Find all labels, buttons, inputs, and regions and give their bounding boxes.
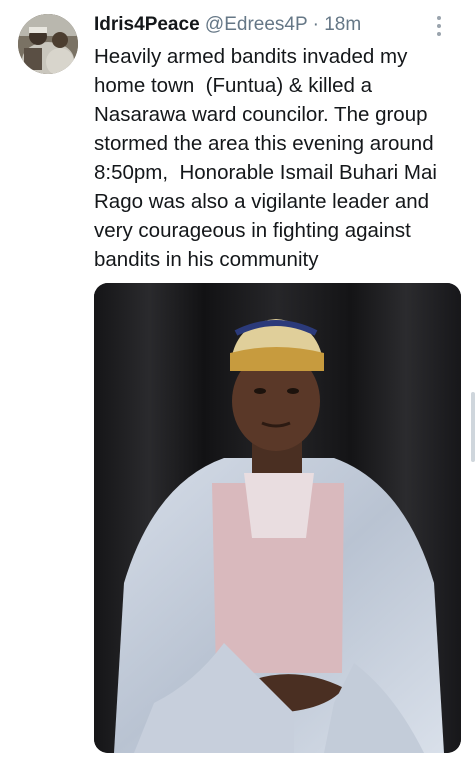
portrait-photo <box>94 283 461 753</box>
more-vertical-icon[interactable] <box>429 14 449 38</box>
tweet-text: Heavily armed bandits invaded my home to… <box>94 45 437 271</box>
tweet[interactable]: Idris4Peace @Edrees4P · 18m Heavily arme… <box>0 0 475 758</box>
scrollbar-thumb[interactable] <box>471 392 475 462</box>
tweet-photo[interactable] <box>94 283 461 753</box>
header-separator: · <box>312 14 319 35</box>
tweet-header: Idris4Peace @Edrees4P · 18m <box>94 12 435 38</box>
author-avatar[interactable] <box>18 14 78 74</box>
author-handle[interactable]: @Edrees4P <box>205 14 307 35</box>
avatar-photo <box>18 14 78 74</box>
author-display-name[interactable]: Idris4Peace <box>94 14 200 35</box>
tweet-timestamp[interactable]: 18m <box>324 14 361 35</box>
